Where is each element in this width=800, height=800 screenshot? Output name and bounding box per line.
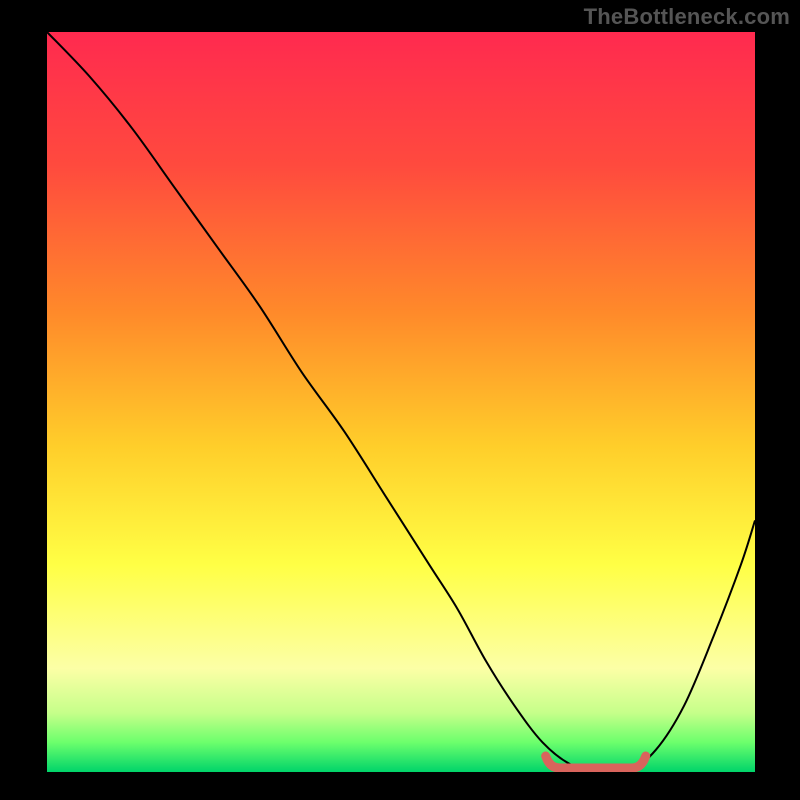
watermark-label: TheBottleneck.com	[584, 4, 790, 30]
plot-area	[47, 32, 755, 772]
curve-line	[47, 32, 755, 772]
bottleneck-curve	[47, 32, 755, 772]
chart-frame: TheBottleneck.com	[0, 0, 800, 800]
